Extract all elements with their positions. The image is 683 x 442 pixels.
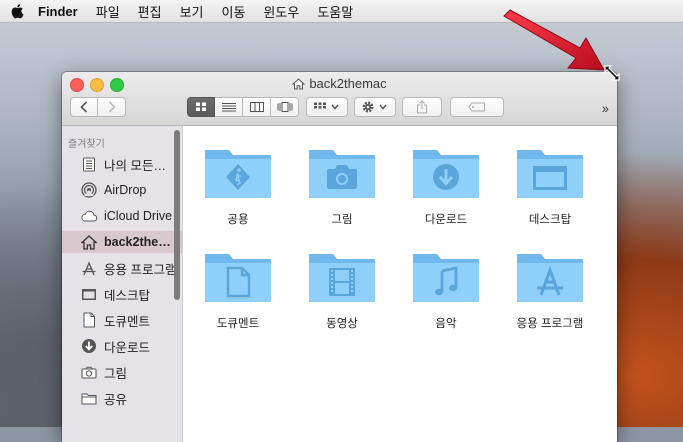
icon-view-button[interactable]: [187, 97, 215, 117]
sidebar-item-label: 공유: [104, 392, 128, 407]
desktop-folder-icon: [517, 150, 583, 198]
menu-go[interactable]: 이동: [222, 2, 246, 21]
sidebar-item-label: 도큐멘트: [104, 314, 151, 329]
sidebar-item-label: 데스크탑: [104, 288, 151, 303]
folder-label: 응용 프로그램: [516, 318, 584, 330]
folder-icon: [80, 389, 98, 407]
tag-button[interactable]: [450, 97, 504, 117]
file-browser-content: 공용 그림 다운로드 데스크탑 도큐멘트 동영상 음악 응용 프로그램: [183, 126, 617, 442]
home-icon: [292, 77, 306, 89]
folder-item[interactable]: 동영상: [292, 248, 392, 331]
menu-window[interactable]: 윈도우: [263, 2, 299, 21]
folder-item[interactable]: 그림: [292, 144, 392, 227]
sidebar-item-label: 그림: [104, 366, 128, 381]
folder-label: 그림: [331, 214, 353, 226]
sidebar-header-favorites: 즐겨찾기: [68, 139, 105, 150]
airdrop-icon: [80, 181, 98, 199]
sidebar-item-icloud-drive[interactable]: iCloud Drive: [62, 205, 182, 227]
app-name-finder[interactable]: Finder: [38, 4, 78, 19]
sidebar-item-airdrop[interactable]: AirDrop: [62, 179, 182, 201]
chevron-right-icon: [108, 101, 116, 113]
arrange-icon: [314, 102, 339, 110]
share-button[interactable]: [402, 97, 442, 117]
folder-label: 공용: [227, 214, 249, 226]
music-folder-icon: [413, 254, 479, 302]
sidebar-item-label: 나의 모든…: [104, 158, 166, 173]
download-icon: [80, 337, 98, 355]
list-icon: [221, 103, 236, 112]
documents-folder-icon: [205, 254, 271, 302]
folder-item[interactable]: 다운로드: [396, 144, 496, 227]
list-view-button[interactable]: [215, 97, 243, 117]
share-icon: [417, 100, 427, 114]
grid-icon: [196, 102, 206, 111]
columns-icon: [249, 102, 264, 112]
window-toolbar: back2themac ››: [62, 72, 617, 126]
gear-icon: [362, 101, 387, 113]
all-files-icon: [80, 155, 98, 173]
folder-item[interactable]: 데스크탑: [500, 144, 600, 227]
sidebar: 즐겨찾기 나의 모든… AirDrop iCloud Drive back2th…: [62, 126, 183, 442]
sidebar-item-shared[interactable]: 공유: [62, 387, 182, 409]
sidebar-item-desktop[interactable]: 데스크탑: [62, 283, 182, 305]
menu-help[interactable]: 도움말: [317, 2, 353, 21]
folder-item[interactable]: 도큐멘트: [188, 248, 288, 331]
downloads-folder-icon: [413, 150, 479, 198]
action-button[interactable]: [354, 97, 396, 117]
tag-icon: [468, 102, 485, 112]
home-icon: [80, 233, 98, 251]
folder-label: 데스크탑: [528, 214, 572, 226]
public-folder-icon: [205, 150, 271, 198]
sidebar-item-all-my-files[interactable]: 나의 모든…: [62, 153, 182, 175]
back-button[interactable]: [70, 97, 98, 117]
column-view-button[interactable]: [243, 97, 271, 117]
document-icon: [80, 311, 98, 329]
desktop-icon: [80, 285, 98, 303]
nav-buttons: [70, 97, 126, 117]
folder-label: 도큐멘트: [216, 318, 260, 330]
camera-icon: [80, 363, 98, 381]
folder-label: 음악: [435, 318, 457, 330]
applications-folder-icon: [517, 254, 583, 302]
menu-view[interactable]: 보기: [180, 2, 204, 21]
folder-item[interactable]: 음악: [396, 248, 496, 331]
sidebar-item-label: AirDrop: [104, 183, 147, 197]
movies-folder-icon: [309, 254, 375, 302]
cloud-icon: [80, 207, 98, 225]
finder-window: back2themac ›› 즐겨찾기 나의 모든… AirDrop iClou…: [62, 72, 617, 442]
folder-label: 다운로드: [424, 214, 468, 226]
applications-icon: [80, 259, 98, 277]
toolbar-overflow-button[interactable]: ››: [602, 100, 609, 116]
sidebar-item-downloads[interactable]: 다운로드: [62, 335, 182, 357]
menu-edit[interactable]: 편집: [138, 2, 162, 21]
sidebar-scrollbar[interactable]: [174, 130, 180, 300]
folder-label: 동영상: [326, 318, 358, 330]
arrange-button[interactable]: [306, 97, 348, 117]
annotation-arrow-icon: [503, 9, 605, 71]
sidebar-item-label: 다운로드: [104, 340, 151, 355]
cover-flow-icon: [277, 102, 292, 112]
sidebar-item-home[interactable]: back2the…: [62, 231, 182, 253]
resize-cursor-icon: [604, 65, 620, 81]
sidebar-item-documents[interactable]: 도큐멘트: [62, 309, 182, 331]
window-title-text: back2themac: [309, 76, 387, 91]
forward-button[interactable]: [98, 97, 126, 117]
pictures-folder-icon: [309, 150, 375, 198]
sidebar-item-pictures[interactable]: 그림: [62, 361, 182, 383]
apple-menu-icon[interactable]: [10, 3, 24, 19]
chevron-left-icon: [80, 101, 88, 113]
sidebar-item-applications[interactable]: 응용 프로그램: [62, 257, 182, 279]
folder-item[interactable]: 응용 프로그램: [500, 248, 600, 331]
sidebar-item-label: back2the…: [104, 235, 171, 249]
sidebar-item-label: iCloud Drive: [104, 209, 173, 223]
sidebar-item-label: 응용 프로그램: [104, 262, 177, 277]
folder-item[interactable]: 공용: [188, 144, 288, 227]
view-mode-control: [187, 97, 299, 117]
menu-file[interactable]: 파일: [96, 2, 120, 21]
cover-flow-button[interactable]: [271, 97, 299, 117]
